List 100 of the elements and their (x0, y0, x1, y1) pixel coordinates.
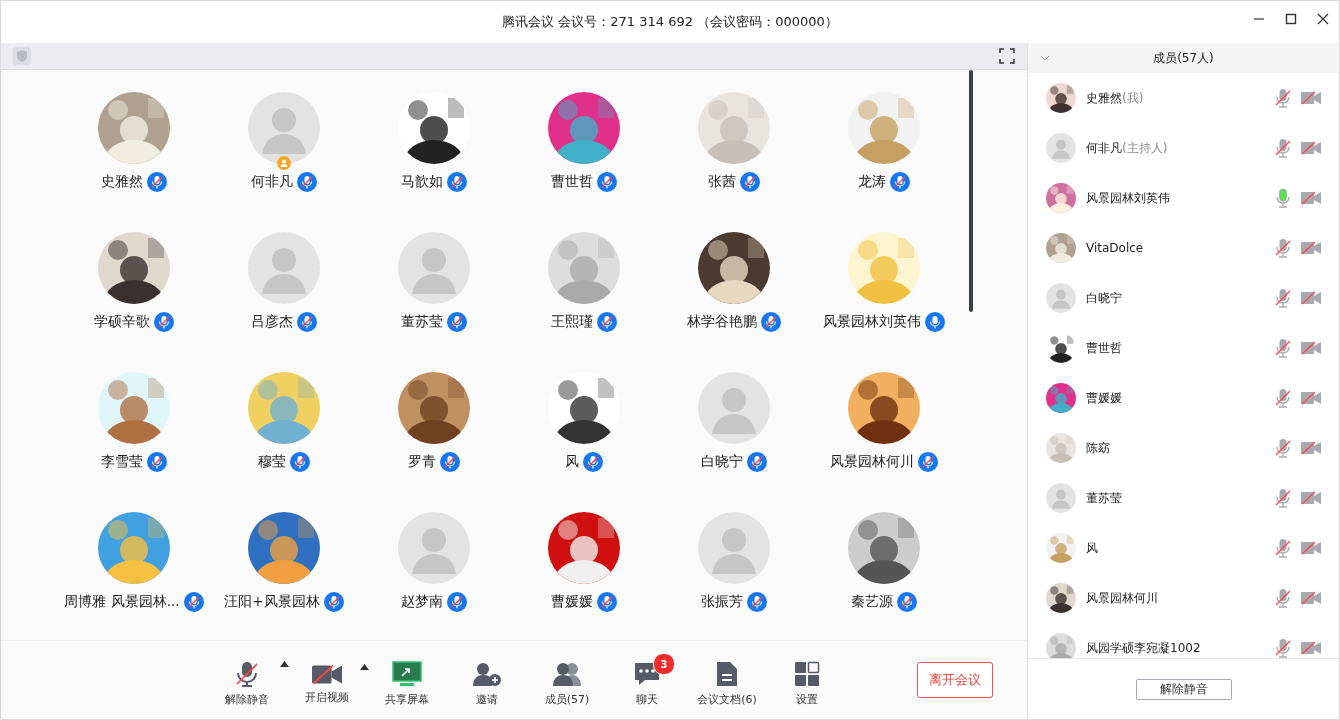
muted-mic-icon[interactable] (1275, 538, 1291, 558)
muted-mic-icon (235, 661, 259, 687)
participant-name: 董苏莹 (401, 313, 443, 331)
participant-name: 罗青 (408, 453, 436, 471)
grid-icon (794, 661, 820, 687)
muted-mic-icon[interactable] (1275, 288, 1291, 308)
participant-name: 周博雅 风景园林... (64, 593, 180, 611)
caret-icon[interactable] (360, 663, 369, 670)
add-user-icon (472, 661, 502, 687)
participant-name: 穆莹 (258, 453, 286, 471)
participant-name: 龙涛 (858, 173, 886, 191)
panel-title: 成员(57人) (1153, 49, 1214, 67)
participant-name: 林学谷艳鹏 (687, 313, 757, 331)
member-name: 风 (1086, 539, 1099, 557)
fullscreen-icon[interactable] (999, 48, 1015, 64)
camera-off-icon[interactable] (1301, 591, 1321, 605)
caret-icon[interactable] (280, 661, 289, 667)
member-row[interactable]: 陈窈 (1028, 423, 1339, 473)
toolbar-button[interactable]: 聊天 3 (607, 653, 687, 707)
participant-name: 风景园林何川 (830, 453, 914, 471)
member-row[interactable]: 风园学硕李宛凝1002 (1028, 623, 1339, 658)
toolbar-button[interactable]: 邀请 (447, 653, 527, 707)
participant-name: 曹世哲 (551, 173, 593, 191)
participant-name: 汪阳+风景园林 (224, 593, 320, 611)
unread-count: 3 (653, 653, 675, 675)
member-row[interactable]: 风 (1028, 523, 1339, 573)
muted-mic-icon[interactable] (1275, 338, 1291, 358)
participant-name: 风景园林刘英伟 (823, 313, 921, 331)
muted-mic-icon[interactable] (1275, 488, 1291, 508)
member-row[interactable]: 曹媛媛 (1028, 373, 1339, 423)
camera-off-icon[interactable] (312, 663, 342, 685)
maximize-icon[interactable] (1285, 13, 1297, 25)
camera-off-icon[interactable] (1301, 541, 1321, 555)
member-name: 风景园林刘英伟 (1086, 189, 1171, 207)
muted-mic-icon[interactable] (1275, 388, 1291, 408)
participant-name: 王熙瑾 (551, 313, 593, 331)
participant-name: 何非凡 (251, 173, 293, 191)
screen-share-icon (392, 661, 422, 687)
toolbar-button[interactable]: 会议文档(6) (687, 653, 767, 707)
member-name: VitaDolce (1086, 241, 1145, 255)
leave-meeting-button[interactable]: 离开会议 (917, 662, 993, 698)
toolbar-button[interactable]: 解除静音 (207, 653, 287, 707)
member-row[interactable]: 白晓宁 (1028, 273, 1339, 323)
participant-name: 赵梦南 (401, 593, 443, 611)
participant-name: 风 (565, 453, 579, 471)
muted-mic-icon[interactable] (1275, 438, 1291, 458)
camera-off-icon[interactable] (1301, 291, 1321, 305)
member-row[interactable]: 风景园林刘英伟 (1028, 173, 1339, 223)
toolbar-button[interactable]: 成员(57) (527, 653, 607, 707)
camera-off-icon[interactable] (1301, 441, 1321, 455)
participant-name: 白晓宁 (701, 453, 743, 471)
document-icon (716, 661, 738, 687)
member-row[interactable]: VitaDolce (1028, 223, 1339, 273)
camera-off-icon[interactable] (1301, 191, 1321, 205)
member-name: 曹媛媛 (1086, 389, 1123, 407)
participant-name: 史雅然 (101, 173, 143, 191)
member-row[interactable]: 曹世哲 (1028, 323, 1339, 373)
muted-mic-icon[interactable] (1275, 588, 1291, 608)
scrollbar[interactable] (969, 70, 973, 312)
participant-name: 吕彦杰 (251, 313, 293, 331)
member-name: 董苏莹 (1086, 489, 1123, 507)
muted-mic-icon[interactable] (1275, 238, 1291, 258)
member-name: 何非凡(主持人) (1086, 139, 1169, 157)
window-title: 腾讯会议 会议号：271 314 692 （会议密码：000000） (502, 13, 838, 31)
participant-name: 张振芳 (701, 593, 743, 611)
camera-off-icon[interactable] (1301, 91, 1321, 105)
member-name: 史雅然(我) (1086, 89, 1145, 107)
toolbar-button[interactable]: 设置 (767, 653, 847, 707)
toolbar-button[interactable]: 开启视频 (287, 655, 367, 705)
member-row[interactable]: 史雅然(我) (1028, 73, 1339, 123)
muted-mic-icon[interactable] (1275, 138, 1291, 158)
chat-icon (633, 661, 661, 687)
camera-off-icon[interactable] (1301, 141, 1321, 155)
member-row[interactable]: 风景园林何川 (1028, 573, 1339, 623)
participant-name: 秦艺源 (851, 593, 893, 611)
mic-icon[interactable] (1275, 188, 1291, 208)
member-name: 风景园林何川 (1086, 589, 1159, 607)
camera-off-icon[interactable] (1301, 241, 1321, 255)
member-name: 白晓宁 (1086, 289, 1123, 307)
participant-name: 李雪莹 (101, 453, 143, 471)
muted-mic-icon[interactable] (1275, 638, 1291, 658)
camera-off-icon[interactable] (1301, 341, 1321, 355)
camera-off-icon[interactable] (1301, 491, 1321, 505)
participant-name: 张茜 (708, 173, 736, 191)
member-name: 陈窈 (1086, 439, 1111, 457)
member-name: 曹世哲 (1086, 339, 1123, 357)
participant-name: 学硕辛歌 (94, 313, 150, 331)
toolbar-button[interactable]: 共享屏幕 (367, 653, 447, 707)
camera-off-icon[interactable] (1301, 391, 1321, 405)
member-name: 风园学硕李宛凝1002 (1086, 639, 1202, 657)
chevron-down-icon[interactable] (1040, 55, 1050, 61)
participant-name: 曹媛媛 (551, 593, 593, 611)
camera-off-icon[interactable] (1301, 641, 1321, 655)
close-icon[interactable] (1317, 13, 1329, 25)
unmute-button[interactable]: 解除静音 (1135, 678, 1232, 700)
muted-mic-icon[interactable] (1275, 88, 1291, 108)
participant-name: 马歆如 (401, 173, 443, 191)
member-row[interactable]: 董苏莹 (1028, 473, 1339, 523)
users-icon (552, 661, 582, 687)
member-row[interactable]: 何非凡(主持人) (1028, 123, 1339, 173)
